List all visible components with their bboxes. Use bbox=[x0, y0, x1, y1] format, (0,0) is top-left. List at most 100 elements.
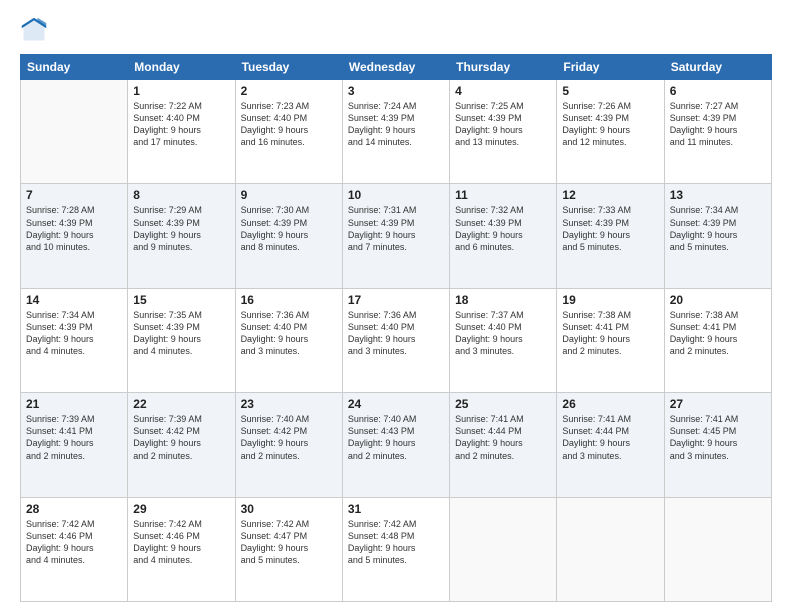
calendar-cell: 4 Sunrise: 7:25 AM Sunset: 4:39 PM Daylig… bbox=[450, 80, 557, 184]
day-number: 29 bbox=[133, 502, 229, 516]
cell-info: Sunrise: 7:39 AM Sunset: 4:41 PM Dayligh… bbox=[26, 413, 122, 462]
day-number: 5 bbox=[562, 84, 658, 98]
calendar-cell: 26 Sunrise: 7:41 AM Sunset: 4:44 PM Dayli… bbox=[557, 393, 664, 497]
calendar-cell: 15 Sunrise: 7:35 AM Sunset: 4:39 PM Dayli… bbox=[128, 288, 235, 392]
day-number: 6 bbox=[670, 84, 766, 98]
day-number: 16 bbox=[241, 293, 337, 307]
cell-info: Sunrise: 7:30 AM Sunset: 4:39 PM Dayligh… bbox=[241, 204, 337, 253]
day-number: 7 bbox=[26, 188, 122, 202]
calendar-cell: 3 Sunrise: 7:24 AM Sunset: 4:39 PM Daylig… bbox=[342, 80, 449, 184]
calendar-cell: 10 Sunrise: 7:31 AM Sunset: 4:39 PM Dayli… bbox=[342, 184, 449, 288]
day-number: 17 bbox=[348, 293, 444, 307]
calendar-cell: 21Sunrise: 7:39 AM Sunset: 4:41 PM Dayli… bbox=[21, 393, 128, 497]
cell-info: Sunrise: 7:42 AM Sunset: 4:48 PM Dayligh… bbox=[348, 518, 444, 567]
calendar-week-row: 28 Sunrise: 7:42 AM Sunset: 4:46 PM Dayli… bbox=[21, 497, 772, 601]
logo bbox=[20, 16, 52, 44]
cell-info: Sunrise: 7:40 AM Sunset: 4:43 PM Dayligh… bbox=[348, 413, 444, 462]
weekday-header: Thursday bbox=[450, 55, 557, 80]
day-number: 1 bbox=[133, 84, 229, 98]
cell-info: Sunrise: 7:33 AM Sunset: 4:39 PM Dayligh… bbox=[562, 204, 658, 253]
cell-info: Sunrise: 7:41 AM Sunset: 4:44 PM Dayligh… bbox=[455, 413, 551, 462]
cell-info: Sunrise: 7:38 AM Sunset: 4:41 PM Dayligh… bbox=[670, 309, 766, 358]
day-number: 22 bbox=[133, 397, 229, 411]
day-number: 13 bbox=[670, 188, 766, 202]
day-number: 24 bbox=[348, 397, 444, 411]
calendar-cell: 8 Sunrise: 7:29 AM Sunset: 4:39 PM Daylig… bbox=[128, 184, 235, 288]
calendar: SundayMondayTuesdayWednesdayThursdayFrid… bbox=[20, 54, 772, 602]
calendar-cell: 29 Sunrise: 7:42 AM Sunset: 4:46 PM Dayli… bbox=[128, 497, 235, 601]
calendar-header: SundayMondayTuesdayWednesdayThursdayFrid… bbox=[21, 55, 772, 80]
calendar-cell: 16 Sunrise: 7:36 AM Sunset: 4:40 PM Dayli… bbox=[235, 288, 342, 392]
day-number: 4 bbox=[455, 84, 551, 98]
weekday-header: Wednesday bbox=[342, 55, 449, 80]
day-number: 19 bbox=[562, 293, 658, 307]
cell-info: Sunrise: 7:39 AM Sunset: 4:42 PM Dayligh… bbox=[133, 413, 229, 462]
calendar-cell bbox=[450, 497, 557, 601]
cell-info: Sunrise: 7:22 AM Sunset: 4:40 PM Dayligh… bbox=[133, 100, 229, 149]
day-number: 12 bbox=[562, 188, 658, 202]
day-number: 9 bbox=[241, 188, 337, 202]
calendar-cell: 11Sunrise: 7:32 AM Sunset: 4:39 PM Dayli… bbox=[450, 184, 557, 288]
day-number: 18 bbox=[455, 293, 551, 307]
header-row: SundayMondayTuesdayWednesdayThursdayFrid… bbox=[21, 55, 772, 80]
cell-info: Sunrise: 7:34 AM Sunset: 4:39 PM Dayligh… bbox=[26, 309, 122, 358]
calendar-cell: 17 Sunrise: 7:36 AM Sunset: 4:40 PM Dayli… bbox=[342, 288, 449, 392]
day-number: 26 bbox=[562, 397, 658, 411]
calendar-cell bbox=[21, 80, 128, 184]
calendar-cell: 30 Sunrise: 7:42 AM Sunset: 4:47 PM Dayli… bbox=[235, 497, 342, 601]
day-number: 8 bbox=[133, 188, 229, 202]
day-number: 2 bbox=[241, 84, 337, 98]
cell-info: Sunrise: 7:42 AM Sunset: 4:46 PM Dayligh… bbox=[133, 518, 229, 567]
day-number: 3 bbox=[348, 84, 444, 98]
day-number: 11 bbox=[455, 188, 551, 202]
day-number: 15 bbox=[133, 293, 229, 307]
cell-info: Sunrise: 7:41 AM Sunset: 4:44 PM Dayligh… bbox=[562, 413, 658, 462]
cell-info: Sunrise: 7:24 AM Sunset: 4:39 PM Dayligh… bbox=[348, 100, 444, 149]
calendar-cell: 12 Sunrise: 7:33 AM Sunset: 4:39 PM Dayli… bbox=[557, 184, 664, 288]
cell-info: Sunrise: 7:35 AM Sunset: 4:39 PM Dayligh… bbox=[133, 309, 229, 358]
cell-info: Sunrise: 7:27 AM Sunset: 4:39 PM Dayligh… bbox=[670, 100, 766, 149]
weekday-header: Friday bbox=[557, 55, 664, 80]
calendar-week-row: 1 Sunrise: 7:22 AM Sunset: 4:40 PM Daylig… bbox=[21, 80, 772, 184]
calendar-cell bbox=[557, 497, 664, 601]
cell-info: Sunrise: 7:37 AM Sunset: 4:40 PM Dayligh… bbox=[455, 309, 551, 358]
logo-icon bbox=[20, 16, 48, 44]
day-number: 20 bbox=[670, 293, 766, 307]
day-number: 23 bbox=[241, 397, 337, 411]
calendar-cell: 6 Sunrise: 7:27 AM Sunset: 4:39 PM Daylig… bbox=[664, 80, 771, 184]
calendar-week-row: 7Sunrise: 7:28 AM Sunset: 4:39 PM Daylig… bbox=[21, 184, 772, 288]
cell-info: Sunrise: 7:36 AM Sunset: 4:40 PM Dayligh… bbox=[348, 309, 444, 358]
calendar-cell: 19 Sunrise: 7:38 AM Sunset: 4:41 PM Dayli… bbox=[557, 288, 664, 392]
calendar-cell: 18 Sunrise: 7:37 AM Sunset: 4:40 PM Dayli… bbox=[450, 288, 557, 392]
calendar-cell: 7Sunrise: 7:28 AM Sunset: 4:39 PM Daylig… bbox=[21, 184, 128, 288]
cell-info: Sunrise: 7:34 AM Sunset: 4:39 PM Dayligh… bbox=[670, 204, 766, 253]
calendar-cell: 22 Sunrise: 7:39 AM Sunset: 4:42 PM Dayli… bbox=[128, 393, 235, 497]
cell-info: Sunrise: 7:42 AM Sunset: 4:47 PM Dayligh… bbox=[241, 518, 337, 567]
weekday-header: Saturday bbox=[664, 55, 771, 80]
calendar-cell: 25 Sunrise: 7:41 AM Sunset: 4:44 PM Dayli… bbox=[450, 393, 557, 497]
calendar-cell bbox=[664, 497, 771, 601]
cell-info: Sunrise: 7:25 AM Sunset: 4:39 PM Dayligh… bbox=[455, 100, 551, 149]
cell-info: Sunrise: 7:38 AM Sunset: 4:41 PM Dayligh… bbox=[562, 309, 658, 358]
cell-info: Sunrise: 7:42 AM Sunset: 4:46 PM Dayligh… bbox=[26, 518, 122, 567]
day-number: 14 bbox=[26, 293, 122, 307]
cell-info: Sunrise: 7:29 AM Sunset: 4:39 PM Dayligh… bbox=[133, 204, 229, 253]
calendar-body: 1 Sunrise: 7:22 AM Sunset: 4:40 PM Daylig… bbox=[21, 80, 772, 602]
calendar-cell: 28 Sunrise: 7:42 AM Sunset: 4:46 PM Dayli… bbox=[21, 497, 128, 601]
header bbox=[20, 16, 772, 44]
cell-info: Sunrise: 7:31 AM Sunset: 4:39 PM Dayligh… bbox=[348, 204, 444, 253]
calendar-week-row: 14 Sunrise: 7:34 AM Sunset: 4:39 PM Dayli… bbox=[21, 288, 772, 392]
calendar-cell: 9 Sunrise: 7:30 AM Sunset: 4:39 PM Daylig… bbox=[235, 184, 342, 288]
calendar-cell: 20 Sunrise: 7:38 AM Sunset: 4:41 PM Dayli… bbox=[664, 288, 771, 392]
day-number: 30 bbox=[241, 502, 337, 516]
day-number: 10 bbox=[348, 188, 444, 202]
calendar-cell: 13 Sunrise: 7:34 AM Sunset: 4:39 PM Dayli… bbox=[664, 184, 771, 288]
cell-info: Sunrise: 7:36 AM Sunset: 4:40 PM Dayligh… bbox=[241, 309, 337, 358]
day-number: 25 bbox=[455, 397, 551, 411]
calendar-cell: 2 Sunrise: 7:23 AM Sunset: 4:40 PM Daylig… bbox=[235, 80, 342, 184]
weekday-header: Sunday bbox=[21, 55, 128, 80]
calendar-cell: 23Sunrise: 7:40 AM Sunset: 4:42 PM Dayli… bbox=[235, 393, 342, 497]
cell-info: Sunrise: 7:23 AM Sunset: 4:40 PM Dayligh… bbox=[241, 100, 337, 149]
day-number: 27 bbox=[670, 397, 766, 411]
day-number: 28 bbox=[26, 502, 122, 516]
